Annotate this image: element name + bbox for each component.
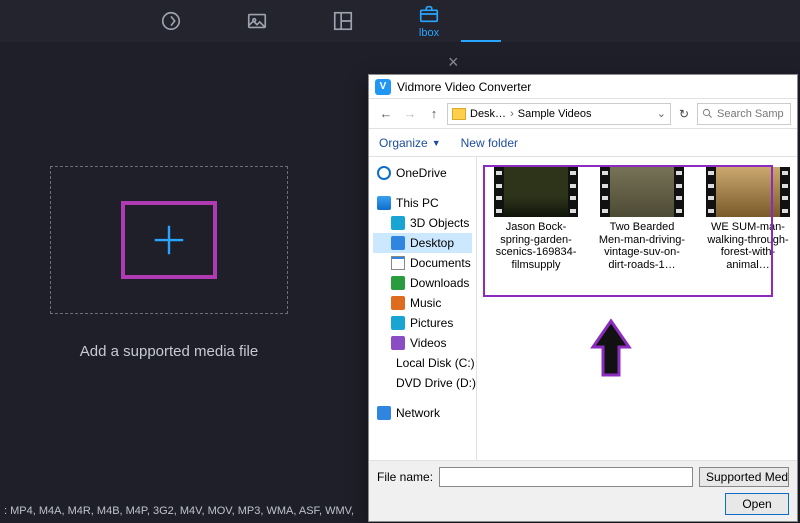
path-seg-1[interactable]: Desk… [470,108,506,120]
supported-formats: : MP4, M4A, M4R, M4B, M4P, 3G2, M4V, MOV… [4,505,354,517]
tree-local-disk[interactable]: Local Disk (C:) [373,353,472,373]
tab-converter[interactable] [160,10,182,32]
cube-icon [391,216,405,230]
file-item[interactable]: WE SUM-man-walking-through-forest-with-a… [705,167,791,272]
video-thumbnail [706,167,790,217]
tree-downloads[interactable]: Downloads [373,273,472,293]
tree-dvd-drive[interactable]: DVD Drive (D:) P [373,373,472,393]
top-toolbar: lbox [0,0,800,42]
file-name: WE SUM-man-walking-through-forest-with-a… [702,221,794,272]
videos-icon [391,336,405,350]
nav-back-button[interactable]: ← [375,103,397,125]
tree-3d-objects[interactable]: 3D Objects [373,213,472,233]
video-thumbnail [600,167,684,217]
nav-up-button[interactable]: ↑ [423,103,445,125]
file-type-filter[interactable]: Supported Media [699,467,789,487]
close-icon[interactable]: × [448,52,459,73]
add-media-box[interactable] [121,201,217,279]
new-folder-button[interactable]: New folder [461,136,518,150]
organize-button[interactable]: Organize▼ [379,136,441,150]
file-item[interactable]: Two Bearded Men-man-driving-vintage-suv-… [599,167,685,272]
picture-icon [246,10,268,32]
dropzone[interactable] [50,166,288,314]
pictures-icon [391,316,405,330]
search-input[interactable]: Search Samp [697,103,791,125]
plus-icon [150,221,188,259]
search-placeholder: Search Samp [717,108,784,120]
desktop-icon [391,236,405,250]
filename-input[interactable] [439,467,693,487]
network-icon [377,406,391,420]
filename-label: File name: [377,470,433,484]
video-thumbnail [494,167,578,217]
collage-icon [332,10,354,32]
tree-desktop[interactable]: Desktop [373,233,472,253]
search-icon [702,108,713,119]
tree-music[interactable]: Music [373,293,472,313]
address-bar[interactable]: Desk… › Sample Videos ⌄ [447,103,671,125]
chevron-down-icon[interactable]: ⌄ [657,107,666,120]
tab-mv[interactable] [246,10,268,32]
dialog-title: Vidmore Video Converter [397,80,531,94]
music-icon [391,296,405,310]
folder-icon [452,108,466,120]
dialog-toolbar: Organize▼ New folder [369,129,797,157]
dialog-body: OneDrive This PC 3D Objects Desktop Docu… [369,157,797,461]
dialog-titlebar: V Vidmore Video Converter [369,75,797,99]
tree-pictures[interactable]: Pictures [373,313,472,333]
dialog-bottom-bar: File name: Supported Media Open [369,461,797,521]
dialog-navbar: ← → ↑ Desk… › Sample Videos ⌄ ↻ Search S… [369,99,797,129]
toolbox-icon [418,3,440,25]
open-button[interactable]: Open [725,493,789,515]
tab-toolbox[interactable]: lbox [418,3,440,39]
tree-onedrive[interactable]: OneDrive [373,163,472,183]
cloud-icon [377,166,391,180]
file-name: Jason Bock-spring-garden-scenics-169834-… [490,221,582,272]
chevron-right-icon: › [510,108,514,120]
tab-toolbox-label: lbox [419,27,439,39]
path-seg-2[interactable]: Sample Videos [518,108,592,120]
file-item[interactable]: Jason Bock-spring-garden-scenics-169834-… [493,167,579,272]
pc-icon [377,196,391,210]
nav-tree: OneDrive This PC 3D Objects Desktop Docu… [369,157,477,460]
arrow-annotation [589,317,633,384]
tab-collage[interactable] [332,10,354,32]
refresh-button[interactable]: ↻ [673,103,695,125]
active-tab-underline [461,40,501,42]
doc-icon [391,256,405,270]
file-open-dialog: V Vidmore Video Converter ← → ↑ Desk… › … [368,74,798,522]
tree-this-pc[interactable]: This PC [373,193,472,213]
app-icon: V [375,79,391,95]
tree-network[interactable]: Network [373,403,472,423]
nav-forward-button[interactable]: → [399,103,421,125]
tree-documents[interactable]: Documents [373,253,472,273]
file-pane[interactable]: Jason Bock-spring-garden-scenics-169834-… [477,157,797,460]
download-icon [391,276,405,290]
dropzone-caption: Add a supported media file [50,343,288,360]
file-name: Two Bearded Men-man-driving-vintage-suv-… [596,221,688,272]
converter-icon [160,10,182,32]
caret-down-icon: ▼ [432,138,441,148]
tree-videos[interactable]: Videos [373,333,472,353]
